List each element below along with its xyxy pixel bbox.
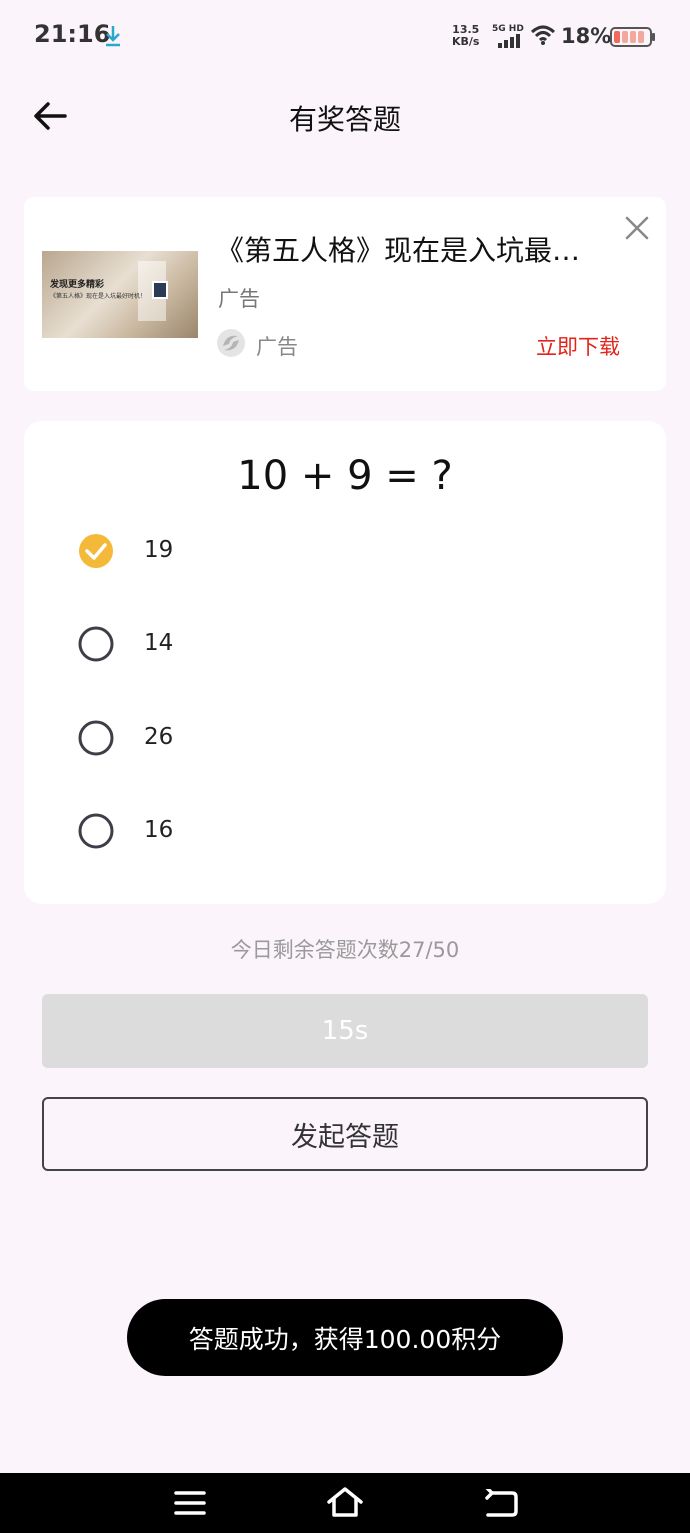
radio-icon [78,720,114,756]
wifi-icon [530,25,556,45]
checked-radio-icon [79,534,113,568]
radio-icon [78,813,114,849]
network-type: 5G HD [492,24,524,34]
signal-icon [498,34,520,48]
home-icon[interactable] [326,1485,364,1519]
net-speed: 13.5 KB/s [452,23,480,48]
page-title: 有奖答题 [288,103,401,136]
ad-thumbnail[interactable]: 发现更多精彩 《第五人格》现在是入坑最好时机！ [42,251,198,338]
option-4[interactable]: 16 [78,801,598,861]
system-nav-bar [0,1473,690,1533]
ad-download-button[interactable]: 立即下载 [536,331,620,361]
status-bar: 21:16 13.5 KB/s 5G HD 18% [0,0,690,72]
app-header: 有奖答题 [0,80,690,152]
option-label: 16 [144,817,174,843]
status-time: 21:16 [34,20,111,48]
download-icon [106,26,120,47]
countdown-button: 15s [42,994,648,1068]
battery-icon [610,27,655,47]
radio-icon [78,626,114,662]
back-nav-icon[interactable] [484,1489,518,1519]
battery-percent: 18% [561,24,612,48]
question-text: 10 + 9 = ? [237,453,453,499]
option-2[interactable]: 14 [78,614,598,674]
thumb-box [152,281,168,299]
option-label: 19 [144,537,174,563]
option-label: 14 [144,630,174,656]
option-3[interactable]: 26 [78,708,598,768]
start-quiz-button[interactable]: 发起答题 [42,1097,648,1171]
thumb-caption: 《第五人格》现在是入坑最好时机！ [50,293,147,300]
thumb-headline: 发现更多精彩 [50,280,105,290]
ad-brand: 广告 [256,335,298,359]
remaining-count: 今日剩余答题次数27/50 [230,938,460,962]
ad-card[interactable]: 发现更多精彩 《第五人格》现在是入坑最好时机！ 《第五人格》现在是入坑最… 广告… [24,197,666,391]
ad-brand-logo-icon [217,329,245,357]
ad-subtitle: 广告 [218,287,260,311]
option-label: 26 [144,724,174,750]
option-1[interactable]: 19 [78,521,598,581]
success-toast: 答题成功，获得100.00积分 [127,1299,563,1376]
quiz-card: 10 + 9 = ? 19 14 26 16 [24,421,666,904]
close-icon[interactable] [624,215,650,241]
ad-title[interactable]: 《第五人格》现在是入坑最… [216,229,616,269]
menu-icon[interactable] [174,1489,206,1517]
